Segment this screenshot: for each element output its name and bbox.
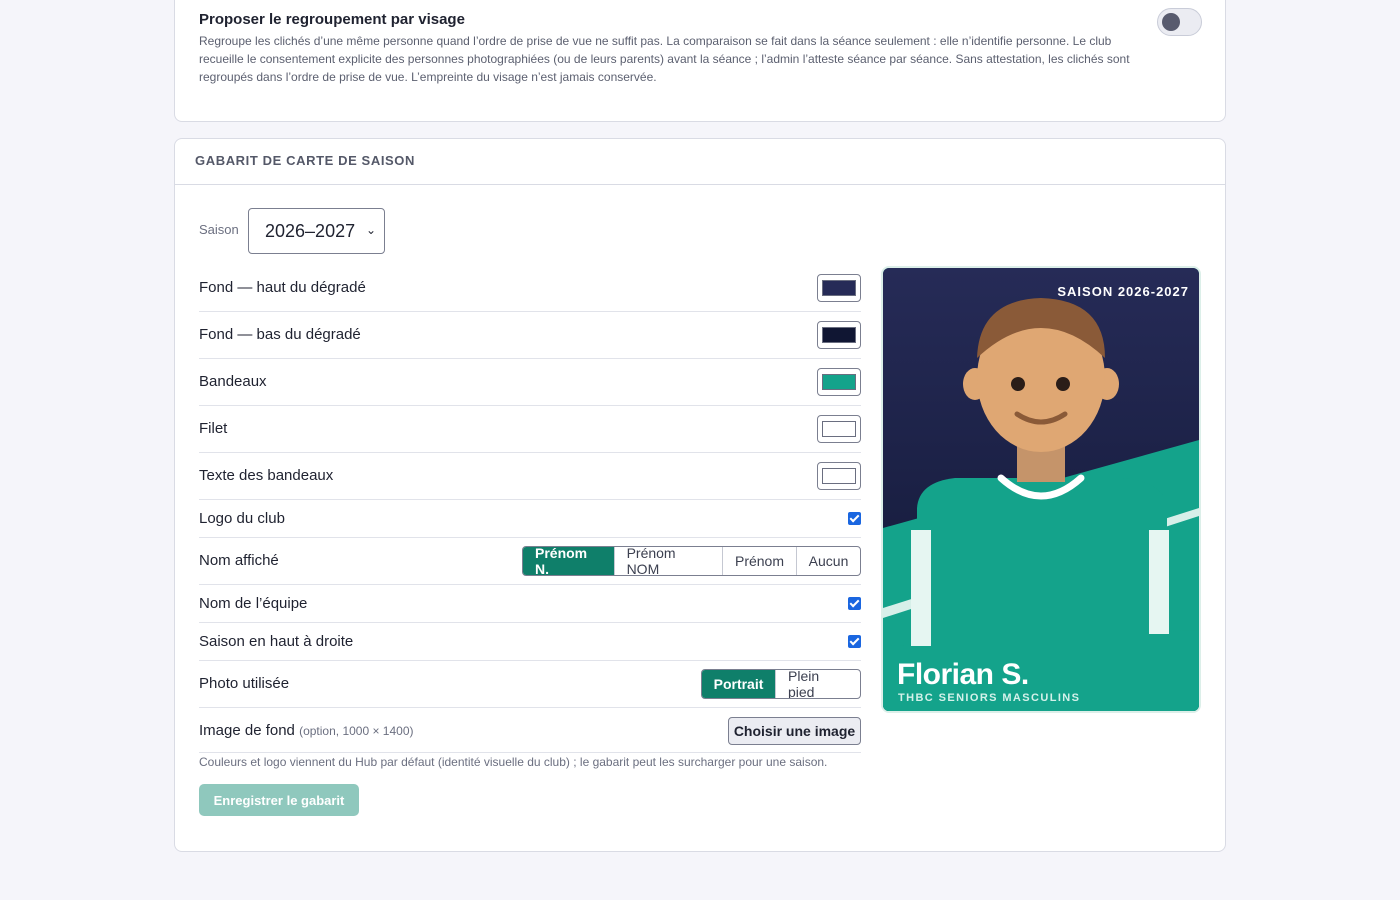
photo-option-portrait[interactable]: Portrait xyxy=(702,670,775,698)
face-grouping-panel: Proposer le regroupement par visage Regr… xyxy=(174,0,1226,122)
season-card-preview: SAISON 2026-2027 Florian S. THBC SENIORS… xyxy=(881,266,1201,713)
display-name-option-prenom[interactable]: Prénom xyxy=(722,547,796,575)
face-grouping-toggle[interactable] xyxy=(1157,8,1202,36)
toggle-knob xyxy=(1162,13,1180,31)
section-header: GABARIT DE CARTE DE SAISON xyxy=(175,139,1225,185)
club-logo-row: Logo du club xyxy=(199,500,861,538)
color-swatch xyxy=(822,280,856,296)
season-top-right-label: Saison en haut à droite xyxy=(199,633,354,650)
season-select-value: 2026–2027 xyxy=(265,221,356,241)
photo-label: Photo utilisée xyxy=(199,675,290,692)
color-label: Fond — haut du dégradé xyxy=(199,279,366,296)
color-swatch xyxy=(822,468,856,484)
face-grouping-title: Proposer le regroupement par visage xyxy=(199,11,465,28)
color-label: Bandeaux xyxy=(199,373,267,390)
color-row-bg-top: Fond — haut du dégradé xyxy=(199,265,861,312)
photo-segmented: Portrait Plein pied xyxy=(701,669,861,699)
color-picker-bg-bottom[interactable] xyxy=(817,321,861,349)
color-label: Filet xyxy=(199,420,228,437)
color-picker-banner-text[interactable] xyxy=(817,462,861,490)
season-select[interactable]: 2026–2027 ⌄ xyxy=(248,208,385,254)
color-picker-banners[interactable] xyxy=(817,368,861,396)
display-name-option-prenom-n[interactable]: Prénom N. xyxy=(523,547,614,575)
background-image-label: Image de fond (option, 1000 × 1400) xyxy=(199,722,414,739)
sleeve-stripe-left xyxy=(911,530,931,646)
eye-left xyxy=(1011,377,1025,391)
eye-right xyxy=(1056,377,1070,391)
team-name-label: Nom de l’équipe xyxy=(199,595,308,612)
color-swatch xyxy=(822,327,856,343)
photo-row: Photo utilisée Portrait Plein pied xyxy=(199,661,861,708)
season-top-right-row: Saison en haut à droite xyxy=(199,623,861,661)
background-image-row: Image de fond (option, 1000 × 1400) Choi… xyxy=(199,708,861,753)
photo-option-plein-pied[interactable]: Plein pied xyxy=(775,670,860,698)
color-swatch xyxy=(822,374,856,390)
season-card-template-panel: GABARIT DE CARTE DE SAISON Saison 2026–2… xyxy=(174,138,1226,852)
card-season-tag: SAISON 2026-2027 xyxy=(1057,284,1189,299)
color-row-rule: Filet xyxy=(199,406,861,453)
color-row-banners: Bandeaux xyxy=(199,359,861,406)
color-picker-bg-top[interactable] xyxy=(817,274,861,302)
team-name-checkbox[interactable] xyxy=(848,597,861,610)
club-logo-checkbox[interactable] xyxy=(848,512,861,525)
display-name-option-prenom-nom[interactable]: Prénom NOM xyxy=(613,547,722,575)
template-footnote: Couleurs et logo viennent du Hub par déf… xyxy=(199,755,828,769)
display-name-row: Nom affiché Prénom N. Prénom NOM Prénom … xyxy=(199,538,861,585)
color-row-banner-text: Texte des bandeaux xyxy=(199,453,861,500)
section-title: GABARIT DE CARTE DE SAISON xyxy=(195,153,416,168)
display-name-segmented: Prénom N. Prénom NOM Prénom Aucun xyxy=(522,546,861,576)
color-label: Texte des bandeaux xyxy=(199,467,334,484)
jersey xyxy=(917,478,1167,644)
choose-image-button[interactable]: Choisir une image xyxy=(728,717,861,745)
team-name-row: Nom de l’équipe xyxy=(199,585,861,623)
card-team-name: THBC SENIORS MASCULINS xyxy=(898,692,1081,704)
background-image-hint: (option, 1000 × 1400) xyxy=(299,724,414,738)
sleeve-stripe-right xyxy=(1149,530,1169,634)
card-player-name: Florian S. xyxy=(897,658,1029,691)
face-grouping-description: Regroupe les clichés d’une même personne… xyxy=(199,34,1130,84)
save-template-button[interactable]: Enregistrer le gabarit xyxy=(199,784,359,816)
season-label: Saison xyxy=(199,222,239,237)
club-logo-label: Logo du club xyxy=(199,510,285,527)
color-swatch xyxy=(822,421,856,437)
chevron-down-icon: ⌄ xyxy=(365,223,376,237)
season-top-right-checkbox[interactable] xyxy=(848,635,861,648)
display-name-label: Nom affiché xyxy=(199,552,279,569)
color-label: Fond — bas du dégradé xyxy=(199,326,361,343)
card-artwork xyxy=(883,268,1199,711)
color-picker-rule[interactable] xyxy=(817,415,861,443)
display-name-option-aucun[interactable]: Aucun xyxy=(796,547,860,575)
color-row-bg-bottom: Fond — bas du dégradé xyxy=(199,312,861,359)
background-image-label-text: Image de fond xyxy=(199,722,295,739)
